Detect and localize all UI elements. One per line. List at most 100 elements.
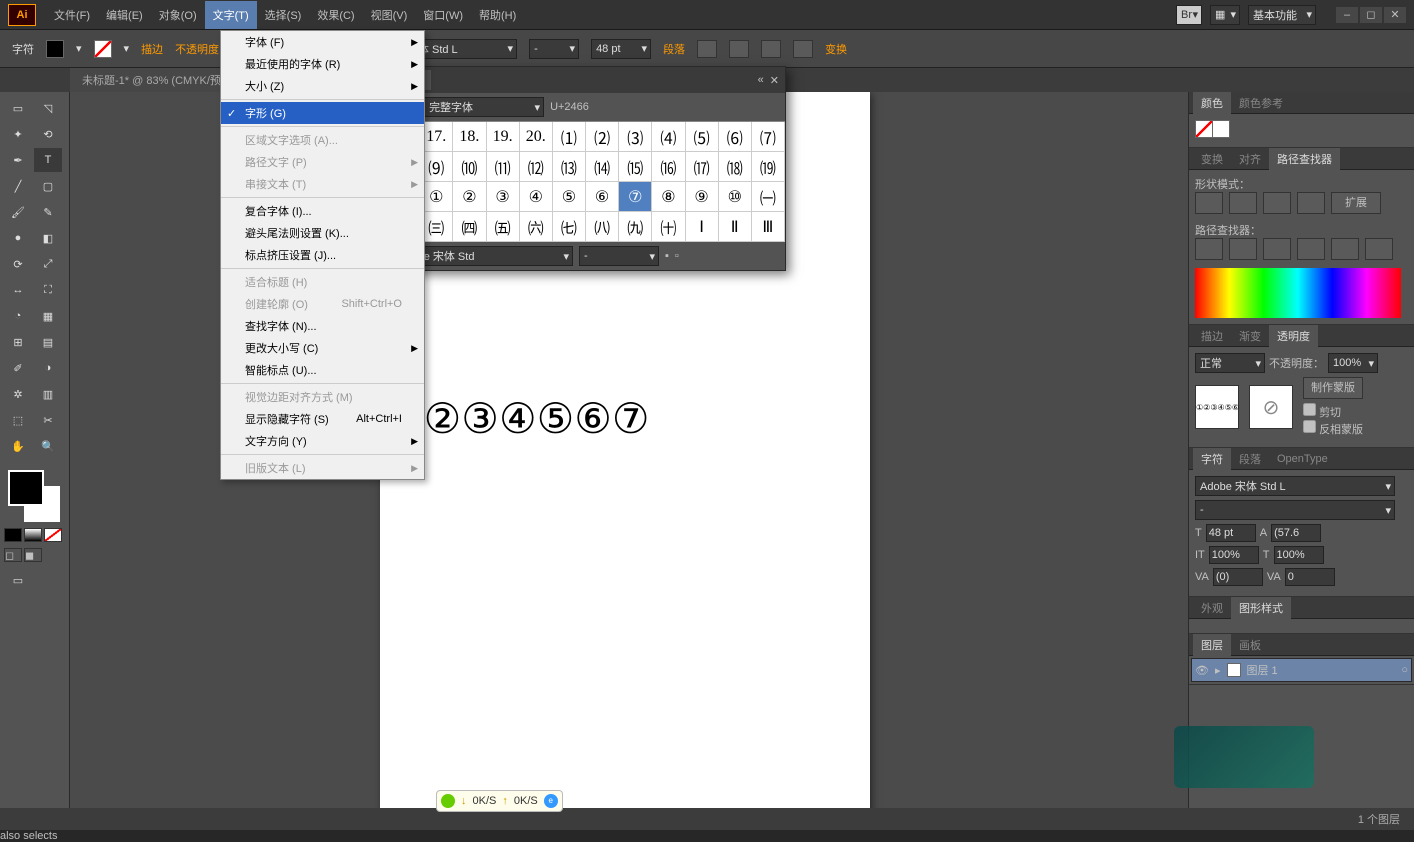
slice-tool[interactable]: ✂ <box>34 408 62 432</box>
align-objects-button[interactable] <box>793 40 813 58</box>
char-leading-input[interactable] <box>1271 524 1321 542</box>
direct-selection-tool[interactable]: ◹ <box>34 96 62 120</box>
opacity-field[interactable]: 100% <box>1328 353 1378 373</box>
paintbrush-tool[interactable]: 🖌 <box>4 200 32 224</box>
screen-mode-button[interactable]: ▭ <box>4 568 32 592</box>
char-font-style[interactable]: - <box>1195 500 1395 520</box>
screen-mode-normal[interactable]: ◻ <box>4 548 22 562</box>
glyph-subset-select[interactable]: 完整字体 <box>424 97 544 117</box>
glyphs-close-icon[interactable]: ✕ <box>770 74 779 87</box>
tab-gradient[interactable]: 渐变 <box>1231 325 1269 347</box>
glyph-cell[interactable]: Ⅰ <box>686 212 719 242</box>
menu-item[interactable]: 复合字体 (I)... <box>221 200 424 222</box>
free-transform-tool[interactable]: ⛶ <box>34 278 62 302</box>
glyph-cell[interactable]: ⑴ <box>553 122 586 152</box>
merge-button[interactable] <box>1263 238 1291 260</box>
stroke-link[interactable]: 描边 <box>141 41 163 57</box>
glyph-cell[interactable]: ⒂ <box>619 152 652 182</box>
make-mask-button[interactable]: 制作蒙版 <box>1303 377 1363 399</box>
divide-button[interactable] <box>1195 238 1223 260</box>
minus-front-button[interactable] <box>1229 192 1257 214</box>
align-right-button[interactable] <box>761 40 781 58</box>
color-mode-solid[interactable] <box>4 528 22 542</box>
width-tool[interactable]: ↔ <box>4 278 32 302</box>
zoom-tool[interactable]: 🔍 <box>34 434 62 458</box>
tab-layers[interactable]: 图层 <box>1193 634 1231 656</box>
glyph-cell[interactable]: ⑺ <box>752 122 785 152</box>
menu-item[interactable]: 智能标点 (U)... <box>221 359 424 381</box>
glyph-cell[interactable]: ㈧ <box>586 212 619 242</box>
glyph-cell[interactable]: ⒃ <box>652 152 685 182</box>
glyph-cell[interactable]: ⑾ <box>487 152 520 182</box>
tab-graphic-styles[interactable]: 图形样式 <box>1231 597 1291 619</box>
hand-tool[interactable]: ✋ <box>4 434 32 458</box>
lasso-tool[interactable]: ⟲ <box>34 122 62 146</box>
tab-opentype[interactable]: OpenType <box>1269 450 1336 468</box>
blend-tool[interactable]: ◑ <box>34 356 62 380</box>
char-tracking-input[interactable] <box>1285 568 1335 586</box>
glyph-style-select[interactable]: - <box>579 246 659 266</box>
glyph-cell[interactable]: ㈠ <box>752 182 785 212</box>
font-style[interactable]: - <box>529 39 579 59</box>
scale-tool[interactable]: ⤢ <box>34 252 62 276</box>
color-mode-gradient[interactable] <box>24 528 42 542</box>
paragraph-link[interactable]: 段落 <box>663 41 685 57</box>
glyph-cell[interactable]: ⒀ <box>553 152 586 182</box>
layer-row[interactable]: 👁 ▸ 图层 1 ○ <box>1191 658 1412 682</box>
tab-pathfinder[interactable]: 路径查找器 <box>1269 148 1340 170</box>
trim-button[interactable] <box>1229 238 1257 260</box>
workspace-switcher[interactable]: 基本功能 <box>1248 5 1316 25</box>
glyph-cell[interactable]: ③ <box>487 182 520 212</box>
menu-item[interactable]: 最近使用的字体 (R)▶ <box>221 53 424 75</box>
graph-tool[interactable]: ▥ <box>34 382 62 406</box>
rotate-tool[interactable]: ⟳ <box>4 252 32 276</box>
glyph-cell[interactable]: ④ <box>520 182 553 212</box>
glyph-cell[interactable]: 20. <box>520 122 553 152</box>
maximize-button[interactable]: ◻ <box>1360 7 1382 23</box>
menu-item[interactable]: 显示隐藏字符 (S)Alt+Ctrl+I <box>221 408 424 430</box>
glyph-cell[interactable]: Ⅱ <box>719 212 752 242</box>
glyph-cell[interactable]: ㈨ <box>619 212 652 242</box>
char-kerning-input[interactable] <box>1213 568 1263 586</box>
fill-swatch[interactable] <box>46 40 64 58</box>
menu-item[interactable]: 文字方向 (Y)▶ <box>221 430 424 452</box>
rectangle-tool[interactable]: ▢ <box>34 174 62 198</box>
glyph-cell[interactable]: ⒁ <box>586 152 619 182</box>
mesh-tool[interactable]: ⊞ <box>4 330 32 354</box>
menu-对象[interactable]: 对象(O) <box>151 1 205 29</box>
color-none-swatch[interactable] <box>1195 120 1213 138</box>
visibility-icon[interactable]: 👁 <box>1195 664 1209 677</box>
char-vscale-input[interactable] <box>1209 546 1259 564</box>
line-tool[interactable]: ╱ <box>4 174 32 198</box>
glyph-zoom-out[interactable]: ▪ <box>665 250 669 262</box>
menu-效果[interactable]: 效果(C) <box>309 1 362 29</box>
tab-color-guide[interactable]: 颜色参考 <box>1231 92 1291 114</box>
tab-align[interactable]: 对齐 <box>1231 148 1269 170</box>
perspective-tool[interactable]: ▦ <box>34 304 62 328</box>
minimize-button[interactable]: – <box>1336 7 1358 23</box>
close-button[interactable]: ✕ <box>1384 7 1406 23</box>
crop-button[interactable] <box>1297 238 1325 260</box>
glyph-cell[interactable]: ⑸ <box>686 122 719 152</box>
glyph-cell[interactable]: ⑿ <box>520 152 553 182</box>
screen-mode-full[interactable]: ◼ <box>24 548 42 562</box>
minus-back-button[interactable] <box>1365 238 1393 260</box>
glyph-zoom-in[interactable]: ▫ <box>675 250 679 262</box>
transparency-thumb[interactable]: ①②③④⑤⑥ <box>1195 385 1239 429</box>
font-size[interactable]: 48 pt <box>591 39 651 59</box>
menu-视图[interactable]: 视图(V) <box>363 1 416 29</box>
glyph-cell[interactable]: ⑹ <box>719 122 752 152</box>
tab-appearance[interactable]: 外观 <box>1193 597 1231 619</box>
menu-文件[interactable]: 文件(F) <box>46 1 98 29</box>
menu-窗口[interactable]: 窗口(W) <box>415 1 471 29</box>
shape-builder-tool[interactable]: ◔ <box>4 304 32 328</box>
expand-button[interactable]: 扩展 <box>1331 192 1381 214</box>
color-swatch[interactable] <box>1212 120 1230 138</box>
glyph-cell[interactable]: ㈥ <box>520 212 553 242</box>
char-size-input[interactable] <box>1206 524 1256 542</box>
layer-name[interactable]: 图层 1 <box>1247 662 1278 678</box>
glyph-cell[interactable]: ⑥ <box>586 182 619 212</box>
glyph-cell[interactable]: 18. <box>453 122 486 152</box>
menu-item[interactable]: ✓字形 (G) <box>221 102 424 124</box>
exclude-button[interactable] <box>1297 192 1325 214</box>
